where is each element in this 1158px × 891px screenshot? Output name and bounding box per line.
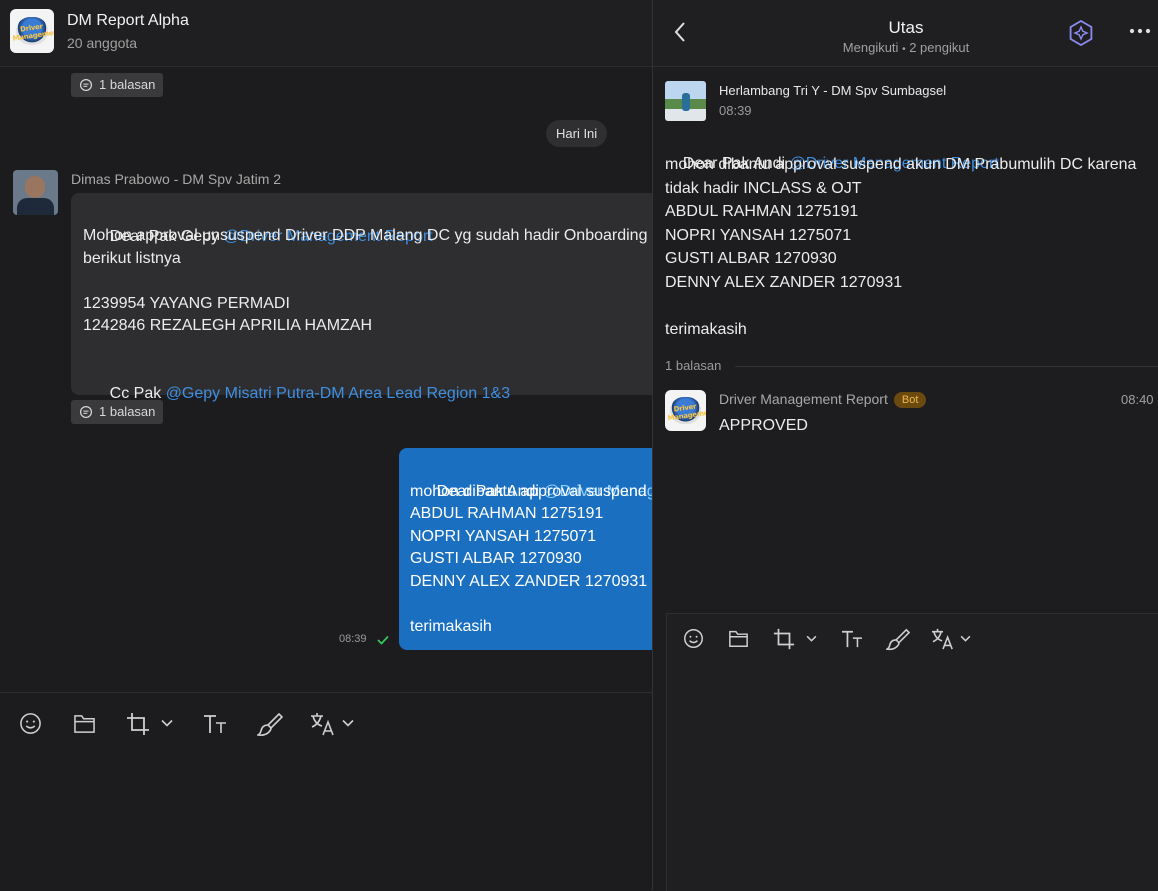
chevron-down-icon[interactable]	[342, 719, 354, 727]
bot-badge: Bot	[893, 392, 927, 408]
comment-icon	[79, 78, 93, 92]
group-avatar[interactable]: Driver Management	[10, 9, 54, 53]
text-format-icon[interactable]	[203, 713, 227, 735]
ai-assistant-icon[interactable]	[1068, 20, 1094, 46]
following-status: Mengikuti	[842, 40, 899, 55]
message-composer[interactable]	[0, 693, 652, 890]
message-time: 08:39	[339, 633, 367, 645]
chevron-down-icon[interactable]	[806, 635, 817, 642]
message-text: berikut listnya	[83, 250, 181, 267]
sender-avatar[interactable]	[665, 81, 706, 121]
sender-name[interactable]: Herlambang Tri Y - DM Spv Sumbagsel	[719, 83, 946, 98]
chat-header: Driver Management DM Report Alpha 20 ang…	[0, 0, 652, 67]
avatar-shirt	[17, 198, 54, 215]
message-text: ABDUL RAHMAN 1275191	[410, 505, 604, 522]
message-text: GUSTI ALBAR 1270930	[410, 550, 582, 567]
sender-name[interactable]: Dimas Prabowo - DM Spv Jatim 2	[71, 171, 281, 187]
folder-icon[interactable]	[73, 713, 96, 734]
crop-icon[interactable]	[773, 628, 795, 650]
sender-avatar[interactable]	[13, 170, 58, 215]
thread-header: Utas Mengikuti • 2 pengikut	[653, 0, 1158, 67]
reply-divider	[735, 366, 1158, 367]
separator-dot: •	[902, 44, 906, 55]
comment-icon	[79, 405, 93, 419]
message-text: mohon dibantu approval suspend akun DM P…	[665, 156, 1137, 173]
translate-icon[interactable]	[310, 712, 336, 736]
date-divider: Hari Ini	[546, 120, 608, 147]
member-count[interactable]: 20 anggota	[67, 35, 137, 51]
reply-count-label: 1 balasan	[99, 77, 156, 92]
message-text: Mohon approval unsuspend Driver DDP Mala…	[83, 227, 652, 244]
message-text: DENNY ALEX ZANDER 1270931	[410, 573, 648, 590]
emoji-icon[interactable]	[683, 628, 704, 649]
avatar-person	[682, 93, 690, 111]
chevron-down-icon[interactable]	[161, 719, 173, 727]
message-bubble[interactable]: Dear Pak Gepy @Driver Management Report …	[71, 193, 652, 402]
text-format-icon[interactable]	[841, 629, 863, 649]
thread-panel: Utas Mengikuti • 2 pengikut Herlambang T…	[652, 0, 1158, 891]
message-text: 1242846 REZALEGH APRILIA HAMZAH	[83, 317, 373, 334]
message-text: tidak hadir INCLASS & OJT	[665, 180, 862, 197]
follower-count: 2 pengikut	[909, 40, 970, 55]
message-text: DENNY ALEX ZANDER 1270931	[665, 274, 903, 291]
message-text: NOPRI YANSAH 1275071	[410, 528, 597, 545]
message-text: ABDUL RAHMAN 1275191	[665, 203, 859, 220]
translate-icon[interactable]	[931, 628, 955, 650]
reply-count-label: 1 balasan	[665, 358, 722, 373]
message-text: APPROVED	[719, 417, 808, 434]
message-time: 08:40	[1121, 392, 1154, 407]
reply-count-chip[interactable]: 1 balasan	[71, 73, 164, 97]
chevron-down-icon[interactable]	[960, 635, 971, 642]
message-text: mohon dibantu approval suspend a	[410, 483, 652, 500]
message-time: 08:39	[719, 103, 752, 118]
message-text: Cc Pak	[109, 384, 166, 402]
read-check-icon	[377, 635, 389, 645]
reply-count-chip[interactable]: 1 balasan	[71, 400, 164, 424]
message-text: terimakasih	[410, 618, 492, 635]
chat-title[interactable]: DM Report Alpha	[67, 12, 189, 30]
own-message-bubble[interactable]: Dear Pak Andi @Driver Manageme mohon dib…	[399, 448, 652, 650]
bot-avatar[interactable]: Driver Management	[665, 390, 706, 431]
more-options-icon[interactable]	[1129, 28, 1151, 34]
message-text: terimakasih	[665, 321, 747, 338]
mention-link[interactable]: @Gepy Misatri Putra-DM Area Lead Region …	[166, 385, 510, 402]
reply-count-label: 1 balasan	[99, 404, 156, 419]
thread-composer[interactable]	[666, 613, 1158, 891]
message-text: GUSTI ALBAR 1270930	[665, 250, 837, 267]
main-chat-pane: Driver Management DM Report Alpha 20 ang…	[0, 0, 652, 890]
message-text: NOPRI YANSAH 1275071	[665, 227, 852, 244]
brush-icon[interactable]	[886, 627, 910, 651]
brush-icon[interactable]	[257, 711, 283, 737]
message-text: 1239954 YAYANG PERMADI	[83, 295, 290, 312]
emoji-icon[interactable]	[19, 712, 42, 735]
crop-icon[interactable]	[126, 712, 150, 736]
folder-icon[interactable]	[728, 629, 749, 648]
reply-sender[interactable]: Driver Management Report Bot	[719, 391, 927, 408]
sender-name: Driver Management Report	[719, 391, 888, 407]
avatar-face	[25, 176, 45, 198]
